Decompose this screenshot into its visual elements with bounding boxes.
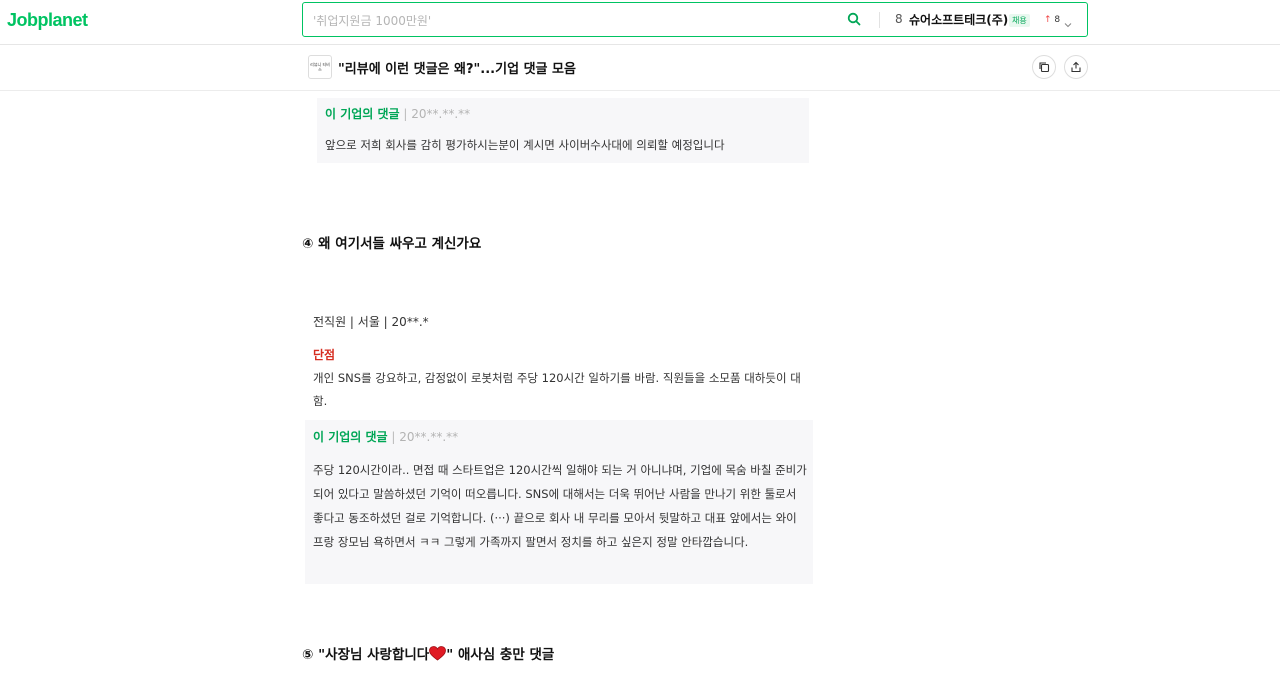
cons-label: 단점: [313, 348, 336, 362]
comment-date: 20**.**.**: [399, 430, 459, 444]
post-thumbnail: 리뷰니 티비스: [308, 55, 332, 79]
ranking-change: ↑ 8: [1044, 15, 1060, 25]
review-meta: 전직원 | 서울 | 20**.*: [313, 315, 429, 329]
company-comment-label: 이 기업의 댓글: [325, 107, 400, 121]
jobplanet-logo[interactable]: Jobplanet: [7, 10, 88, 31]
ranking-number: 8: [895, 12, 903, 26]
rank-up-arrow: ↑: [1044, 15, 1052, 25]
comment-separator: |: [399, 107, 412, 121]
section-5-title-prefix: ⑤ "사장님 사랑합니다: [302, 647, 430, 663]
section-heading-5: ⑤ "사장님 사랑합니다 " 애사심 충만 댓글: [302, 643, 554, 665]
company-comment-header: 이 기업의 댓글 | 20**.**.**: [313, 428, 458, 445]
ranking-company[interactable]: 슈어소프트테크(주): [909, 11, 1008, 28]
cons-text: 개인 SNS를 강요하고, 감정없이 로봇처럼 주당 120시간 일하기를 바람…: [313, 371, 801, 408]
hiring-badge: 채용: [1009, 14, 1030, 27]
section-heading-4: ④ 왜 여기서들 싸우고 계신가요: [302, 236, 482, 252]
search-input[interactable]: [311, 3, 845, 38]
company-comment-text: 앞으로 저희 회사를 감히 평가하시는분이 계시면 사이버수사대에 의뢰할 예정…: [325, 138, 725, 152]
comment-date: 20**.**.**: [411, 107, 471, 121]
search-icon[interactable]: [847, 11, 865, 29]
chevron-down-icon[interactable]: [1063, 15, 1073, 28]
company-comment-text: 주당 120시간이라.. 면접 때 스타트업은 120시간씩 일해야 되는 거 …: [313, 463, 807, 549]
top-nav: Jobplanet 8 슈어소프트테크(주) 채용 ↑ 8: [0, 0, 1280, 45]
comment-separator: |: [387, 430, 400, 444]
company-comment-header: 이 기업의 댓글 | 20**.**.**: [325, 105, 470, 122]
share-button[interactable]: [1064, 55, 1088, 79]
rank-change-value: 8: [1054, 15, 1061, 25]
search-bar: 8 슈어소프트테크(주) 채용 ↑ 8: [302, 2, 1088, 38]
search-divider: [879, 12, 880, 28]
heart-icon: [429, 646, 447, 665]
section-5-title-suffix: " 애사심 충만 댓글: [446, 647, 555, 663]
copy-link-button[interactable]: [1032, 55, 1056, 79]
post-title: "리뷰에 이런 댓글은 왜?"...기업 댓글 모음: [338, 62, 576, 77]
company-comment-label: 이 기업의 댓글: [313, 430, 388, 444]
post-header: 리뷰니 티비스 "리뷰에 이런 댓글은 왜?"...기업 댓글 모음: [0, 45, 1280, 91]
